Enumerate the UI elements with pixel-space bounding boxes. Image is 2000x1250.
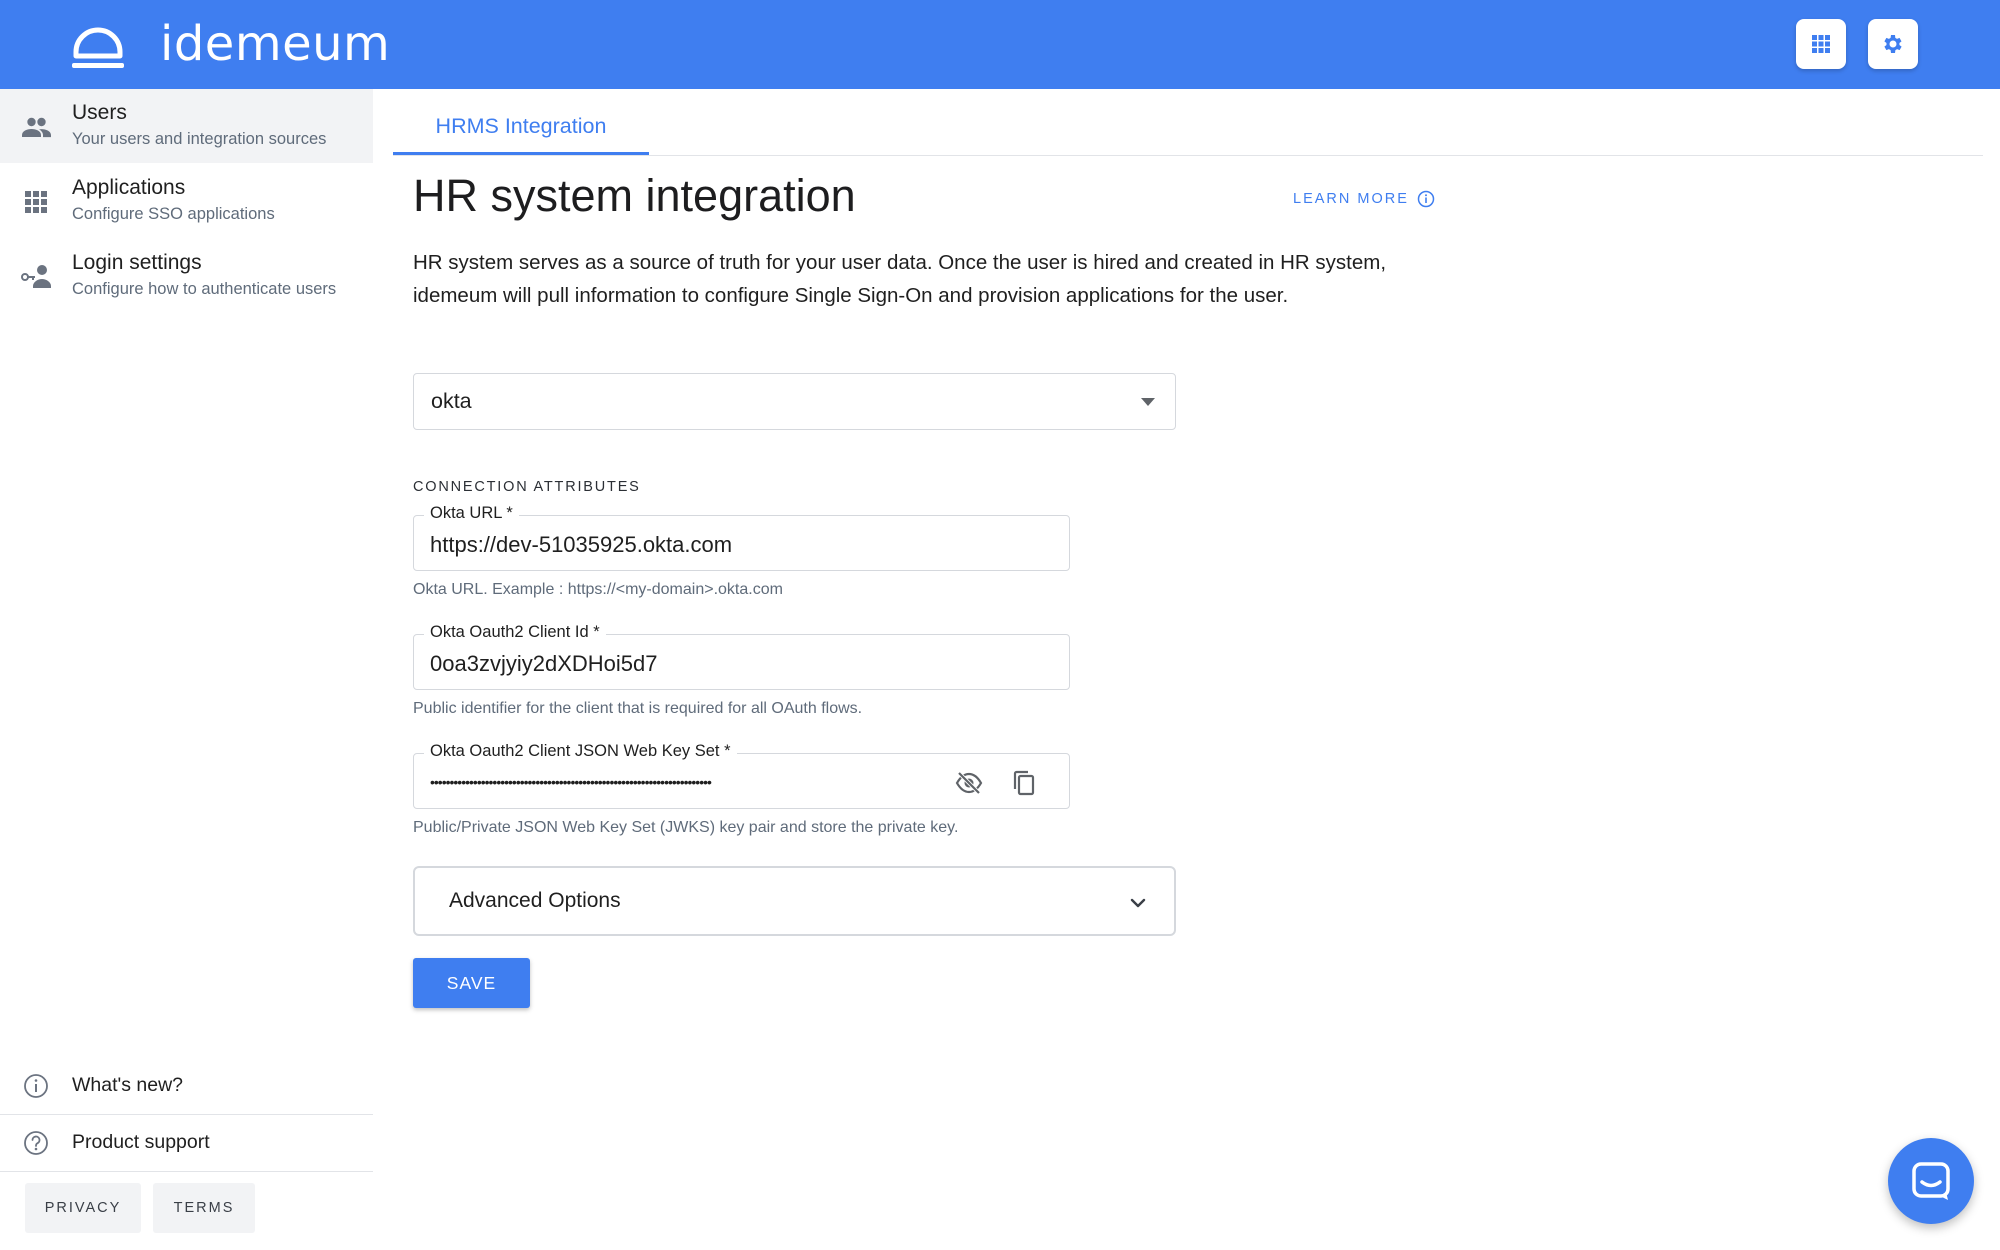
page-title: HR system integration bbox=[413, 170, 856, 221]
whats-new-label: What's new? bbox=[72, 1074, 184, 1096]
gear-icon bbox=[1884, 35, 1902, 53]
learn-more-label: LEARN MORE bbox=[1293, 191, 1409, 207]
connection-attributes-heading: CONNECTION ATTRIBUTES bbox=[413, 479, 641, 495]
okta-client-id-hint: Public identifier for the client that is… bbox=[413, 700, 863, 717]
idemeum-logo-icon bbox=[72, 27, 124, 68]
advanced-options-label: Advanced Options bbox=[449, 889, 621, 912]
sidebar-item-subtitle: Your users and integration sources bbox=[72, 130, 327, 148]
sidebar-item-subtitle: Configure how to authenticate users bbox=[72, 280, 337, 298]
hr-system-select-value: okta bbox=[431, 389, 472, 413]
brand-name: idemeum bbox=[160, 16, 391, 72]
sidebar-item-title: Users bbox=[72, 101, 127, 124]
chat-bubble-icon bbox=[1912, 1162, 1950, 1200]
top-header: idemeum bbox=[0, 0, 2000, 89]
apps-grid-icon bbox=[1812, 35, 1830, 53]
whats-new-link[interactable]: What's new? bbox=[0, 1058, 373, 1114]
sidebar: Users Your users and integration sources… bbox=[0, 89, 373, 1250]
okta-client-id-value[interactable]: 0oa3zvjyiy2dXDHoi5d7 bbox=[430, 651, 657, 677]
help-circle-icon bbox=[24, 1131, 48, 1155]
learn-more-link[interactable]: LEARN MORE bbox=[1293, 190, 1435, 208]
info-circle-icon bbox=[24, 1074, 48, 1098]
sidebar-item-applications[interactable]: Applications Configure SSO applications bbox=[0, 164, 373, 238]
sidebar-item-subtitle: Configure SSO applications bbox=[72, 205, 275, 223]
apps-grid-button[interactable] bbox=[1796, 19, 1846, 69]
caret-down-icon bbox=[1141, 398, 1155, 406]
users-icon bbox=[22, 117, 51, 138]
sidebar-item-login-settings[interactable]: Login settings Configure how to authenti… bbox=[0, 239, 373, 313]
product-support-label: Product support bbox=[72, 1131, 210, 1153]
info-circle-icon bbox=[1417, 190, 1435, 208]
tab-hrms-integration[interactable]: HRMS Integration bbox=[393, 98, 649, 155]
save-button[interactable]: SAVE bbox=[413, 958, 530, 1008]
okta-jwks-hint: Public/Private JSON Web Key Set (JWKS) k… bbox=[413, 819, 959, 836]
okta-jwks-label: Okta Oauth2 Client JSON Web Key Set * bbox=[424, 742, 737, 761]
product-support-link[interactable]: Product support bbox=[0, 1115, 373, 1171]
okta-client-id-field[interactable]: Okta Oauth2 Client Id * 0oa3zvjyiy2dXDHo… bbox=[413, 623, 1070, 690]
okta-url-field[interactable]: Okta URL * https://dev-51035925.okta.com bbox=[413, 504, 1070, 571]
okta-url-value[interactable]: https://dev-51035925.okta.com bbox=[430, 532, 732, 558]
sidebar-item-title: Login settings bbox=[72, 251, 202, 274]
okta-url-label: Okta URL * bbox=[424, 504, 519, 523]
okta-jwks-field[interactable]: Okta Oauth2 Client JSON Web Key Set * ••… bbox=[413, 742, 1070, 809]
sidebar-item-users[interactable]: Users Your users and integration sources bbox=[0, 89, 373, 163]
apps-grid-icon bbox=[25, 191, 47, 213]
visibility-off-icon[interactable] bbox=[954, 768, 984, 798]
sidebar-item-title: Applications bbox=[72, 176, 186, 199]
privacy-button[interactable]: PRIVACY bbox=[25, 1183, 141, 1233]
okta-url-hint: Okta URL. Example : https://<my-domain>.… bbox=[413, 581, 783, 598]
chat-launcher-button[interactable] bbox=[1888, 1138, 1974, 1224]
page-description: HR system serves as a source of truth fo… bbox=[413, 251, 1387, 307]
tab-bar-divider bbox=[393, 155, 1983, 156]
okta-client-id-label: Okta Oauth2 Client Id * bbox=[424, 623, 606, 642]
sidebar-divider bbox=[0, 1171, 373, 1172]
chevron-down-icon bbox=[1130, 898, 1146, 908]
hr-system-select[interactable]: okta bbox=[413, 373, 1176, 430]
okta-jwks-value[interactable]: ••••••••••••••••••••••••••••••••••••••••… bbox=[430, 774, 950, 790]
advanced-options-accordion[interactable]: Advanced Options bbox=[413, 866, 1176, 936]
settings-button[interactable] bbox=[1868, 19, 1918, 69]
copy-icon[interactable] bbox=[1009, 768, 1039, 798]
key-user-icon bbox=[21, 265, 51, 288]
terms-button[interactable]: TERMS bbox=[153, 1183, 255, 1233]
